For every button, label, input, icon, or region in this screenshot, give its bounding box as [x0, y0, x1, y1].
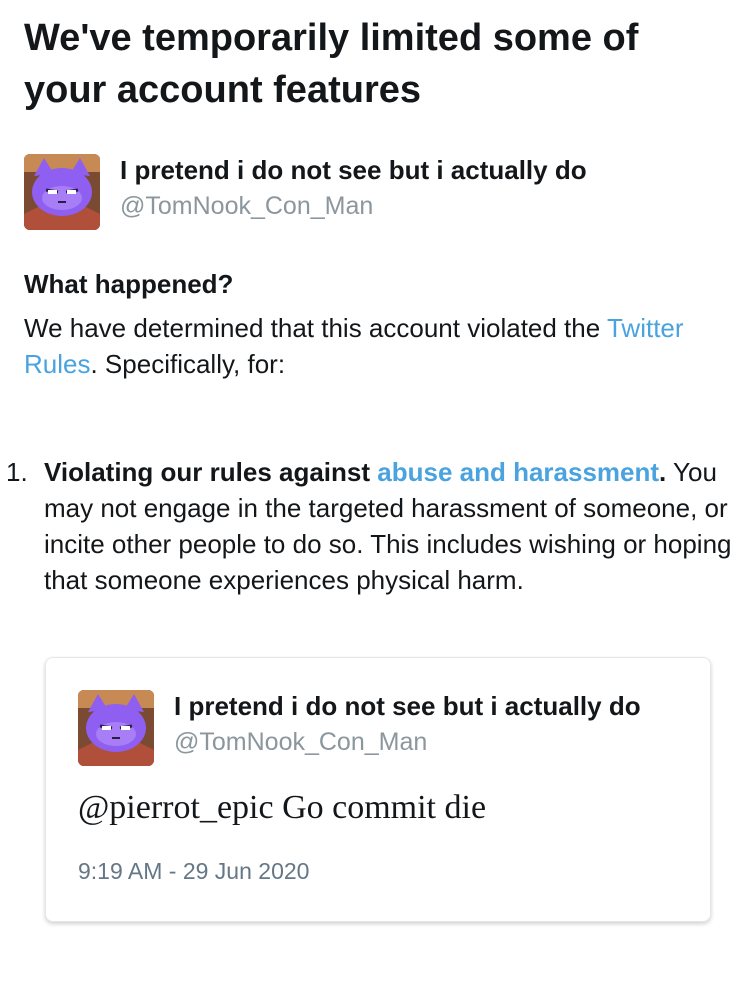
tweet-screen-name: @TomNook_Con_Man	[174, 728, 428, 756]
purple-cat-avatar-icon	[24, 154, 100, 230]
violation-number: 1.	[6, 457, 28, 487]
tweet-avatar[interactable]	[78, 690, 154, 766]
violation-title-prefix: Violating our rules against	[44, 457, 378, 487]
violation-title: Violating our rules against abuse and ha…	[44, 457, 666, 487]
what-happened-heading: What happened?	[24, 269, 234, 299]
tweet-display-name: I pretend i do not see but i actually do	[174, 691, 641, 721]
display-name: I pretend i do not see but i actually do	[120, 155, 587, 185]
explanation-prefix: We have determined that this account vio…	[24, 313, 607, 343]
explanation-text: We have determined that this account vio…	[24, 310, 724, 382]
page-title: We've temporarily limited some of your a…	[24, 17, 639, 111]
violation-text: Violating our rules against abuse and ha…	[44, 454, 744, 598]
purple-cat-avatar-icon	[78, 690, 154, 766]
screen-name: @TomNook_Con_Man	[120, 192, 374, 220]
tweet-timestamp: 9:19 AM - 29 Jun 2020	[78, 858, 310, 884]
avatar[interactable]	[24, 154, 100, 230]
tweet-text: @pierrot_epic Go commit die	[78, 789, 487, 826]
violation-title-suffix: .	[659, 457, 667, 487]
explanation-suffix: . Specifically, for:	[90, 349, 286, 379]
abuse-harassment-link[interactable]: abuse and harassment	[377, 457, 659, 487]
reported-tweet-card[interactable]: I pretend i do not see but i actually do…	[45, 657, 711, 922]
